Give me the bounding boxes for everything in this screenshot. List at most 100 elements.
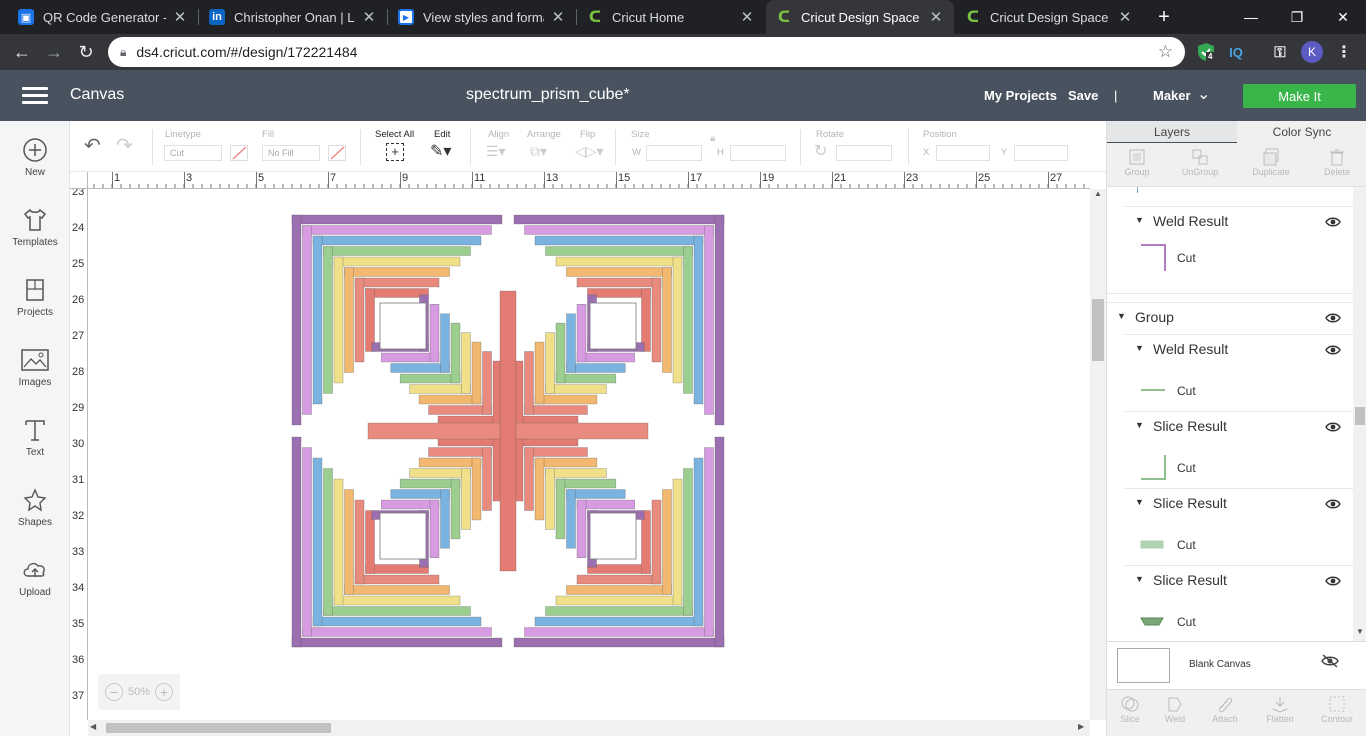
design-canvas[interactable] bbox=[88, 189, 1090, 720]
close-tab-icon[interactable]: ✕ bbox=[550, 8, 566, 26]
minimize-icon[interactable]: — bbox=[1228, 0, 1274, 34]
sidebar-item-templates[interactable]: Templates bbox=[0, 207, 70, 267]
vertical-scroll-thumb[interactable] bbox=[1092, 299, 1104, 361]
profile-avatar[interactable]: K bbox=[1301, 41, 1323, 63]
delete-button[interactable]: Delete bbox=[1307, 147, 1366, 177]
back-arrow-icon[interactable]: ← bbox=[6, 36, 38, 68]
make-it-button[interactable]: Make It bbox=[1243, 84, 1356, 108]
layer-item-cut[interactable]: Cut bbox=[1107, 239, 1353, 279]
tab-color-sync[interactable]: Color Sync bbox=[1237, 121, 1366, 143]
shield-extension-icon[interactable]: 4 bbox=[1194, 40, 1218, 64]
zoom-out-button[interactable]: − bbox=[104, 683, 123, 701]
browser-tab[interactable]: ▣ QR Code Generator - N ✕ bbox=[8, 0, 198, 34]
bookmark-star-icon[interactable]: ☆ bbox=[1158, 42, 1173, 62]
caret-down-icon[interactable]: ▼ bbox=[1135, 420, 1144, 430]
undo-icon[interactable]: ↶ bbox=[84, 133, 101, 158]
sidebar-item-upload[interactable]: Upload bbox=[0, 557, 70, 617]
rainbow-cube-artwork[interactable] bbox=[88, 189, 1090, 720]
key-icon[interactable]: ⚿ bbox=[1268, 40, 1292, 64]
zoom-in-button[interactable]: + bbox=[155, 683, 174, 701]
reload-icon[interactable]: ↻ bbox=[70, 36, 102, 68]
eye-icon[interactable] bbox=[1325, 311, 1341, 327]
eye-icon[interactable] bbox=[1325, 420, 1341, 436]
x-input[interactable] bbox=[936, 145, 990, 161]
canvas-vertical-scrollbar[interactable]: ▲ bbox=[1090, 189, 1106, 720]
attach-button[interactable]: Attach bbox=[1195, 694, 1255, 724]
horizontal-scroll-thumb[interactable] bbox=[106, 723, 331, 733]
group-button[interactable]: Group bbox=[1107, 147, 1167, 177]
sidebar-item-new[interactable]: New bbox=[0, 137, 70, 197]
sidebar-item-images[interactable]: Images bbox=[0, 347, 70, 407]
lock-ratio-icon[interactable]: 🔒︎ bbox=[710, 133, 715, 144]
duplicate-button[interactable]: Duplicate bbox=[1241, 147, 1301, 177]
restore-icon[interactable]: ❐ bbox=[1274, 0, 1320, 34]
eye-icon[interactable] bbox=[1325, 215, 1341, 231]
browser-tab[interactable]: ▶ View styles and formatt ✕ bbox=[388, 0, 576, 34]
layer-group[interactable]: ▼ Group bbox=[1107, 302, 1353, 333]
eye-icon[interactable] bbox=[1325, 497, 1341, 513]
height-input[interactable] bbox=[730, 145, 786, 161]
browser-tab[interactable]: in Christopher Onan | Link ✕ bbox=[199, 0, 387, 34]
close-window-icon[interactable]: ✕ bbox=[1320, 0, 1366, 34]
layer-item[interactable]: ▼ Slice Result bbox=[1107, 565, 1353, 596]
chevron-down-icon[interactable]: ⌄ bbox=[1197, 84, 1210, 104]
fill-select[interactable]: No Fill bbox=[262, 145, 320, 161]
layer-item-cut[interactable]: Cut bbox=[1107, 449, 1353, 489]
close-tab-icon[interactable]: ✕ bbox=[361, 8, 377, 26]
eye-icon[interactable] bbox=[1325, 343, 1341, 359]
browser-tab-active[interactable]: ᑕ Cricut Design Space ✕ bbox=[766, 0, 954, 34]
flip-icon[interactable]: ◁▷▾ bbox=[575, 143, 604, 160]
iq-extension-icon[interactable]: IQ bbox=[1224, 40, 1248, 64]
layer-item-cut[interactable]: Cut bbox=[1107, 372, 1353, 412]
blank-canvas-row[interactable]: Blank Canvas bbox=[1107, 641, 1366, 689]
redo-icon[interactable]: ↷ bbox=[116, 133, 133, 158]
hamburger-menu-icon[interactable] bbox=[22, 87, 48, 105]
browser-tab[interactable]: ᑕ Cricut Home ✕ bbox=[577, 0, 765, 34]
layer-item[interactable]: ▼ Weld Result bbox=[1107, 206, 1353, 237]
close-tab-icon[interactable]: ✕ bbox=[928, 8, 944, 26]
close-tab-icon[interactable]: ✕ bbox=[172, 8, 188, 26]
tab-layers[interactable]: Layers bbox=[1107, 121, 1237, 143]
layer-item-cut[interactable]: Cut bbox=[1107, 526, 1353, 566]
close-tab-icon[interactable]: ✕ bbox=[739, 8, 755, 26]
select-all-icon[interactable]: + bbox=[386, 143, 404, 161]
sidebar-item-shapes[interactable]: Shapes bbox=[0, 487, 70, 547]
edit-icon[interactable]: ✎▾ bbox=[430, 141, 451, 161]
layer-item-cut[interactable]: Cut bbox=[1107, 603, 1353, 641]
layer-item[interactable]: ▼ Weld Result bbox=[1107, 334, 1353, 365]
eye-hidden-icon[interactable] bbox=[1321, 654, 1339, 673]
caret-down-icon[interactable]: ▼ bbox=[1135, 215, 1144, 225]
contour-button[interactable]: Contour bbox=[1307, 694, 1366, 724]
browser-tab[interactable]: ᑕ Cricut Design Space ✕ bbox=[955, 0, 1143, 34]
machine-select[interactable]: Maker bbox=[1153, 88, 1191, 103]
save-link[interactable]: Save bbox=[1068, 88, 1098, 103]
layer-item[interactable]: ▼ Slice Result bbox=[1107, 488, 1353, 519]
width-input[interactable] bbox=[646, 145, 702, 161]
layers-scroll-thumb[interactable] bbox=[1355, 407, 1365, 425]
ungroup-button[interactable]: UnGroup bbox=[1170, 147, 1230, 177]
fill-color-swatch[interactable] bbox=[328, 145, 346, 161]
arrange-icon[interactable]: ⧉▾ bbox=[530, 143, 547, 160]
eye-icon[interactable] bbox=[1325, 574, 1341, 590]
my-projects-link[interactable]: My Projects bbox=[984, 88, 1057, 103]
flatten-button[interactable]: Flatten bbox=[1250, 694, 1310, 724]
new-tab-icon[interactable]: + bbox=[1147, 0, 1181, 34]
forward-arrow-icon[interactable]: → bbox=[38, 36, 70, 68]
url-input[interactable]: 🔒︎ ds4.cricut.com/#/design/172221484 ☆ bbox=[108, 37, 1185, 67]
linetype-color-swatch[interactable] bbox=[230, 145, 248, 161]
linetype-select[interactable]: Cut bbox=[164, 145, 222, 161]
canvas-horizontal-scrollbar[interactable]: ◀ ▶ bbox=[88, 720, 1090, 736]
y-input[interactable] bbox=[1014, 145, 1068, 161]
rotate-input[interactable] bbox=[836, 145, 892, 161]
caret-down-icon[interactable]: ▼ bbox=[1135, 343, 1144, 353]
caret-down-icon[interactable]: ▼ bbox=[1117, 311, 1126, 321]
rotate-icon[interactable]: ↻ bbox=[814, 141, 827, 161]
sidebar-item-projects[interactable]: Projects bbox=[0, 277, 70, 337]
align-icon[interactable]: ☰▾ bbox=[486, 143, 506, 160]
caret-down-icon[interactable]: ▼ bbox=[1135, 497, 1144, 507]
browser-menu-icon[interactable]: ⋮ bbox=[1332, 40, 1356, 64]
layer-item[interactable]: ▼ Slice Result bbox=[1107, 411, 1353, 442]
layers-scrollbar[interactable]: ▼ bbox=[1353, 187, 1366, 641]
close-tab-icon[interactable]: ✕ bbox=[1117, 8, 1133, 26]
sidebar-item-text[interactable]: Text bbox=[0, 417, 70, 477]
